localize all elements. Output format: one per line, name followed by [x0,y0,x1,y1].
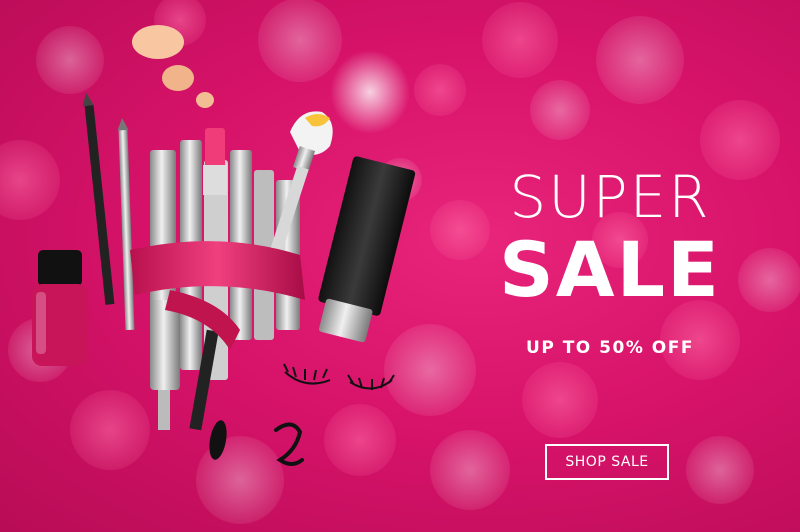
headline-super: SUPER [509,163,711,231]
foundation-drops [132,25,214,108]
discount-text: UP TO 50% OFF [526,338,694,358]
sale-banner: SUPER SALE UP TO 50% OFF SHOP SALE [0,0,800,532]
shop-sale-label: SHOP SALE [565,454,649,470]
nail-polish-icon [32,250,88,366]
makeup-bundle [130,111,333,460]
eyeliner-stroke [274,422,304,466]
lipstick-icon [203,128,227,195]
eyeliner-pencil-icon [82,92,135,331]
eyelash-icon [283,363,395,390]
headline-sale: SALE [499,225,721,314]
cosmetic-tube-icon [318,156,416,343]
glitter-powder [330,50,410,134]
shop-sale-button[interactable]: SHOP SALE [545,444,669,480]
